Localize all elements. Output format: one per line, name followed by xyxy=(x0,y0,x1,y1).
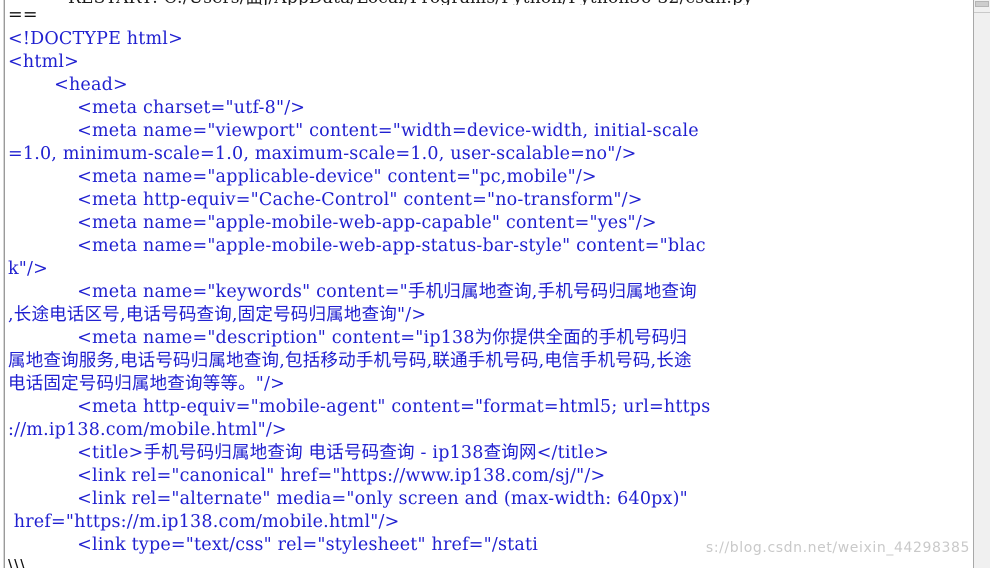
line-meta-cache-control: <meta http-equiv="Cache-Control" content… xyxy=(8,190,643,210)
line-link-stylesheet: <link type="text/css" rel="stylesheet" h… xyxy=(8,535,539,555)
line-doctype: <!DOCTYPE html> xyxy=(8,29,183,49)
line-meta-apple-status-bar-2: k"/> xyxy=(8,259,49,279)
line-meta-apple-capable: <meta name="apple-mobile-web-app-capable… xyxy=(8,213,657,233)
line-meta-keywords-2: ,长途电话区号,电话号码查询,固定号码归属地查询"/> xyxy=(8,305,427,325)
line-link-canonical: <link rel="canonical" href="https://www.… xyxy=(8,466,606,486)
text-widget-left-rule-inner xyxy=(3,0,4,568)
line-meta-applicable-device: <meta name="applicable-device" content="… xyxy=(8,167,597,187)
line-html-open: <html> xyxy=(8,52,80,72)
line-link-alternate-2: href="https://m.ip138.com/mobile.html"/> xyxy=(8,512,400,532)
line-title: <title>手机号码归属地查询 电话号码查询 - ip138查询网</titl… xyxy=(8,443,610,463)
line-meta-keywords-1: <meta name="keywords" content="手机归属地查询,手… xyxy=(8,282,697,302)
idle-shell-window: RESTART: C:/Users/曲j/AppData/Local/Progr… xyxy=(0,0,990,568)
line-link-alternate-1: <link rel="alternate" media="only screen… xyxy=(8,489,688,509)
line-meta-description-2: 属地查询服务,电话号码归属地查询,包括移动手机号码,联通手机号码,电信手机号码,… xyxy=(8,351,692,371)
html-source-output: <!DOCTYPE html> <html> <head> <meta chars… xyxy=(8,28,972,557)
line-meta-description-3: 电话固定号码归属地查询等等。"/> xyxy=(8,374,286,394)
line-meta-apple-status-bar-1: <meta name="apple-mobile-web-app-status-… xyxy=(8,236,706,256)
text-widget-left-rule xyxy=(3,0,5,568)
line-meta-charset: <meta charset="utf-8"/> xyxy=(8,98,306,118)
scrollbar-track-separator xyxy=(974,12,990,13)
shell-output-area: RESTART: C:/Users/曲j/AppData/Local/Progr… xyxy=(8,0,972,568)
scrollbar-thumb[interactable] xyxy=(975,1,989,7)
line-meta-description-1: <meta name="description" content="ip138为… xyxy=(8,328,688,348)
line-head-open: <head> xyxy=(8,75,128,95)
line-meta-mobile-agent-2: ://m.ip138.com/mobile.html"/> xyxy=(8,420,287,440)
vertical-scrollbar[interactable] xyxy=(973,0,990,568)
line-meta-mobile-agent-1: <meta http-equiv="mobile-agent" content=… xyxy=(8,397,711,417)
restart-separator-line: == xyxy=(8,5,38,25)
shell-prompt-tail: \\\ xyxy=(8,557,27,568)
line-meta-viewport-1: <meta name="viewport" content="width=dev… xyxy=(8,121,699,141)
line-meta-viewport-2: =1.0, minimum-scale=1.0, maximum-scale=1… xyxy=(8,144,637,164)
